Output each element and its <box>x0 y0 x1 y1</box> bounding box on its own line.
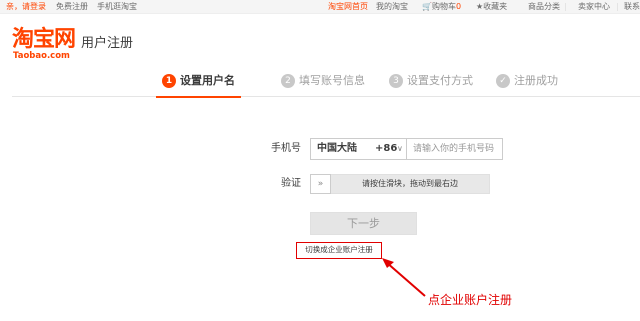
annotation-text: 点企业账户注册 <box>428 293 513 307</box>
annotation-arrow <box>382 258 426 297</box>
